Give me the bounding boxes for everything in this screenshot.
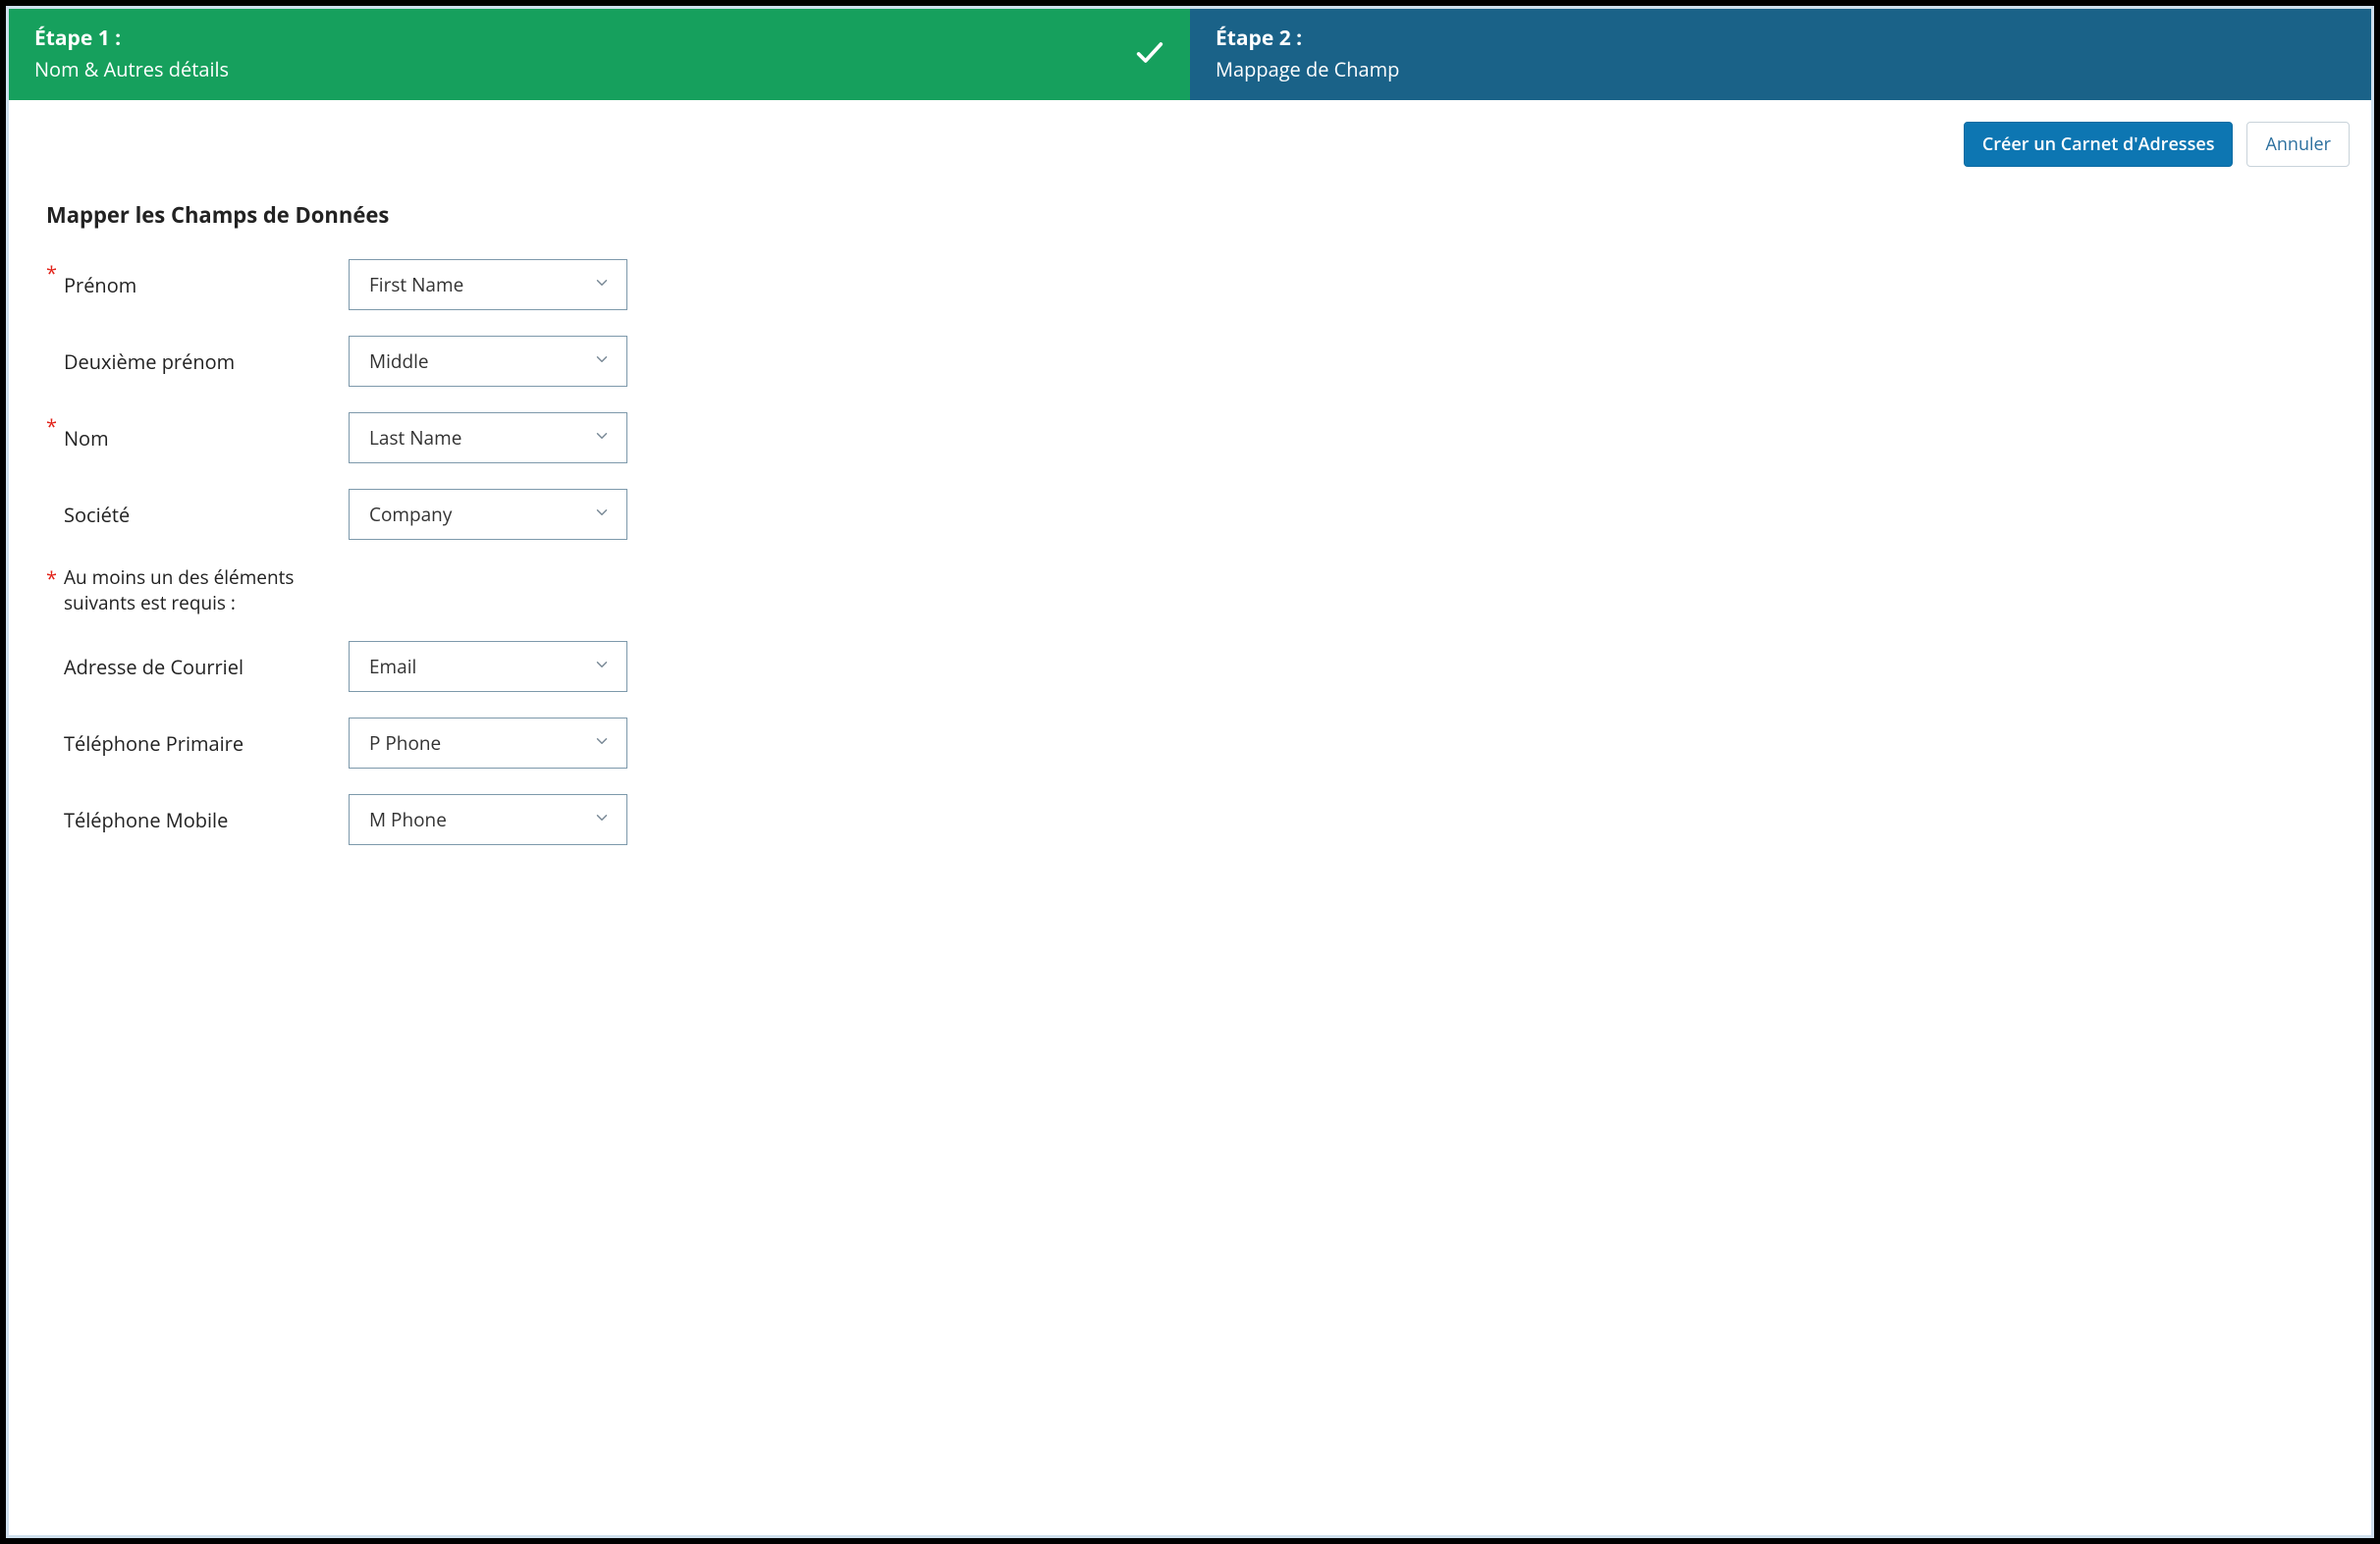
field-label: Adresse de Courriel	[64, 654, 349, 680]
note-label: Au moins un des éléments suivants est re…	[64, 565, 349, 615]
field-label: Nom	[64, 425, 349, 452]
first-name-select[interactable]: First Name	[349, 259, 627, 310]
select-value: First Name	[369, 272, 463, 297]
field-row-last-name: * Nom Last Name	[46, 412, 2334, 463]
select-value: Company	[369, 502, 452, 527]
step-2-title: Étape 2 :	[1216, 25, 2346, 52]
select-value: M Phone	[369, 807, 447, 832]
chevron-down-icon	[593, 274, 611, 296]
wizard-frame: Étape 1 : Nom & Autres détails Étape 2 :…	[6, 6, 2374, 1538]
required-asterisk: *	[46, 259, 64, 287]
field-row-primary-phone: Téléphone Primaire P Phone	[46, 718, 2334, 769]
select-value: Email	[369, 654, 416, 679]
field-row-first-name: * Prénom First Name	[46, 259, 2334, 310]
primary-phone-select[interactable]: P Phone	[349, 718, 627, 769]
step-1[interactable]: Étape 1 : Nom & Autres détails	[9, 9, 1190, 100]
create-address-book-button[interactable]: Créer un Carnet d'Adresses	[1964, 122, 2234, 167]
section-title: Mapper les Champs de Données	[46, 200, 2334, 230]
select-value: Middle	[369, 348, 429, 374]
field-row-email: Adresse de Courriel Email	[46, 641, 2334, 692]
required-asterisk-empty	[46, 794, 64, 822]
step-2[interactable]: Étape 2 : Mappage de Champ	[1190, 9, 2371, 100]
field-label: Société	[64, 502, 349, 528]
middle-name-select[interactable]: Middle	[349, 336, 627, 387]
actions-bar: Créer un Carnet d'Adresses Annuler	[9, 100, 2371, 167]
wizard-steps: Étape 1 : Nom & Autres détails Étape 2 :…	[9, 9, 2371, 100]
last-name-select[interactable]: Last Name	[349, 412, 627, 463]
step-1-subtitle: Nom & Autres détails	[34, 56, 1164, 82]
chevron-down-icon	[593, 427, 611, 450]
field-label: Deuxième prénom	[64, 348, 349, 375]
chevron-down-icon	[593, 656, 611, 678]
chevron-down-icon	[593, 732, 611, 755]
chevron-down-icon	[593, 350, 611, 373]
required-asterisk-empty	[46, 718, 64, 745]
chevron-down-icon	[593, 504, 611, 526]
field-label: Téléphone Primaire	[64, 730, 349, 757]
required-asterisk-empty	[46, 489, 64, 516]
select-value: Last Name	[369, 425, 461, 451]
field-row-note: * Au moins un des éléments suivants est …	[46, 565, 2334, 615]
field-row-middle-name: Deuxième prénom Middle	[46, 336, 2334, 387]
email-select[interactable]: Email	[349, 641, 627, 692]
checkmark-icon	[1133, 35, 1166, 74]
field-label: Prénom	[64, 272, 349, 298]
chevron-down-icon	[593, 809, 611, 831]
required-asterisk-empty	[46, 641, 64, 668]
mobile-phone-select[interactable]: M Phone	[349, 794, 627, 845]
step-2-subtitle: Mappage de Champ	[1216, 56, 2346, 82]
field-label: Téléphone Mobile	[64, 807, 349, 833]
step-1-title: Étape 1 :	[34, 25, 1164, 52]
field-row-mobile-phone: Téléphone Mobile M Phone	[46, 794, 2334, 845]
select-value: P Phone	[369, 730, 441, 756]
content-area: Mapper les Champs de Données * Prénom Fi…	[9, 167, 2371, 1535]
company-select[interactable]: Company	[349, 489, 627, 540]
cancel-button[interactable]: Annuler	[2246, 122, 2350, 167]
required-asterisk: *	[46, 412, 64, 440]
required-asterisk-empty	[46, 336, 64, 363]
required-asterisk: *	[46, 565, 64, 589]
field-row-company: Société Company	[46, 489, 2334, 540]
